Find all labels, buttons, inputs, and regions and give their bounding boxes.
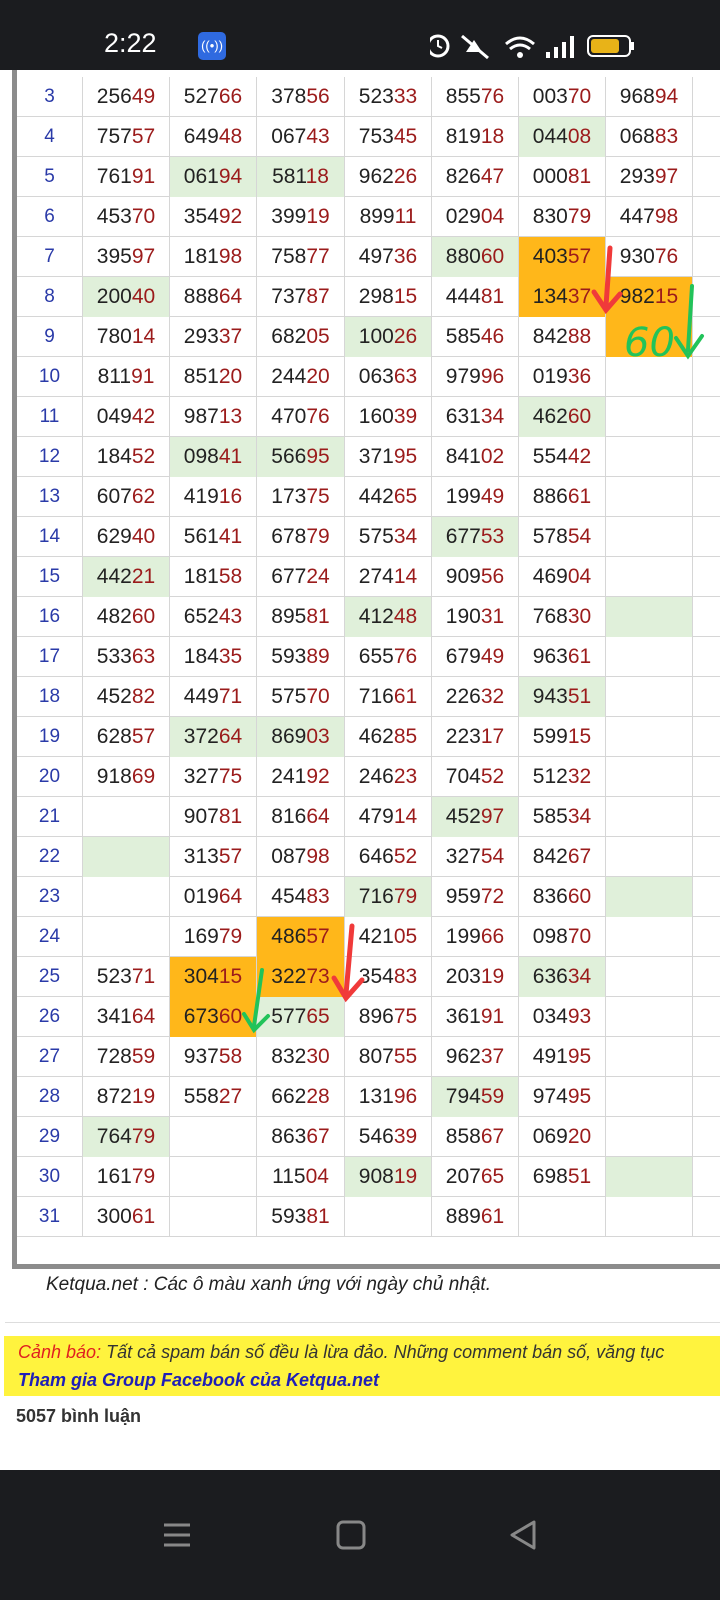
warning-text: Cảnh báo: Tất cả spam bán số đều là lừa … <box>18 1342 664 1363</box>
battery-icon <box>587 35 634 57</box>
red-arrow-icon <box>331 923 365 1003</box>
hotspot-icon: ((•)) <box>198 32 226 60</box>
results-table: 3 25649 52766 37856 52333 85576 00370 96894 4 757… <box>12 70 720 1270</box>
comment-count: 5057 bình luận <box>16 1406 142 1426</box>
red-arrow-icon <box>591 245 623 315</box>
signal-icon <box>546 36 574 58</box>
navigation-bar <box>0 1470 720 1600</box>
facebook-group-link[interactable]: Tham gia Group Facebook của Ketqua.net <box>18 1370 379 1391</box>
mute-icon <box>461 34 489 60</box>
warning-message: Tất cả spam bán số đều là lừa đảo. Những… <box>101 1342 665 1362</box>
home-icon[interactable] <box>334 1518 368 1552</box>
status-bar: 2:22 ((•)) <box>0 0 720 70</box>
warning-banner: Cảnh báo: Tất cả spam bán số đều là lừa … <box>4 1336 720 1396</box>
handwritten-annotations: 60 <box>242 245 704 1034</box>
back-icon[interactable] <box>506 1518 540 1552</box>
table-note: Ketqua.net : Các ô màu xanh ứng với ngày… <box>46 1274 491 1295</box>
wifi-icon <box>505 36 535 58</box>
divider <box>5 1322 720 1323</box>
handwritten-note: 60 <box>624 320 675 366</box>
menu-icon[interactable] <box>160 1518 194 1552</box>
green-arrow-icon <box>242 968 270 1034</box>
alarm-icon <box>430 34 450 58</box>
warning-label: Cảnh báo: <box>18 1342 102 1362</box>
status-time: 2:22 <box>104 28 157 58</box>
green-arrow-icon <box>674 284 704 360</box>
status-icons <box>430 34 634 60</box>
